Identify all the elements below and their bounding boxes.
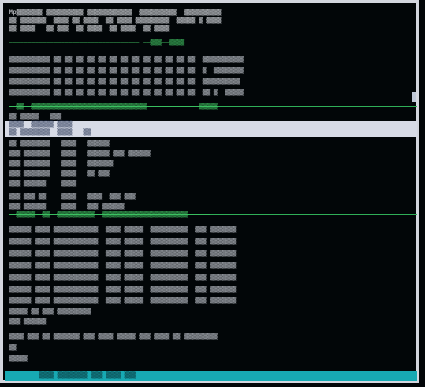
panel2-title: ——▒▒——▒▒▒▒▒▒▒▒▒▒▒▒▒▒▒▒▒▒▒▒▒▒▒▒▒▒▒▒▒▒▒———… xyxy=(9,103,218,110)
panel1-row: ▒▒▒▒▒▒▒▒▒▒▒ ▒▒ ▒▒ ▒▒ ▒▒ ▒▒ ▒▒ ▒▒ ▒▒ ▒▒ ▒… xyxy=(9,89,244,96)
panel3-row: ▒▒▒▒▒▒ ▒▒▒▒ ▒▒▒▒▒▒▒▒▒▒▒▒ ▒▒▒▒ ▒▒▒▒▒ ▒▒▒▒… xyxy=(9,238,237,245)
panel2-row: ▒▒▒ ▒▒▒ ▒▒ ▒▒▒▒ ▒▒▒▒ ▒▒▒ ▒▒▒ xyxy=(9,193,136,200)
scrollbar[interactable] xyxy=(412,52,416,182)
scrollbar-thumb[interactable] xyxy=(412,92,416,102)
panel2-row: ▒▒▒ ▒▒▒▒▒▒▒ ▒▒▒▒ ▒▒ ▒▒▒ xyxy=(9,170,110,177)
panel3-row: ▒▒▒▒▒▒ ▒▒▒▒ ▒▒▒▒▒▒▒▒▒▒▒▒ ▒▒▒▒ ▒▒▒▒▒ ▒▒▒▒… xyxy=(9,226,237,233)
panel3-row: ▒▒▒▒▒▒ ▒▒▒▒ ▒▒▒▒▒▒▒▒▒▒▒▒ ▒▒▒▒ ▒▒▒▒▒ ▒▒▒▒… xyxy=(9,297,237,304)
selected-row-highlight[interactable]: ▒▒▒▒ ▒▒▒▒▒▒ ▒▒▒▒ ▒▒ ▒▒▒▒▒▒▒▒ ▒▒▒▒ ▒▒ xyxy=(5,121,417,137)
panel2-row: ▒▒▒ ▒▒▒▒▒▒ ▒▒▒▒ xyxy=(9,180,77,187)
selected-row-line-1: ▒▒▒▒ ▒▒▒▒▒▒ ▒▒▒▒ xyxy=(9,121,73,128)
status-text: ▒▒▒▒ ▒▒▒▒▒▒▒▒ ▒▒▒ ▒▒▒▒ ▒▒▒ xyxy=(39,372,136,379)
panel1-row: ▒▒▒▒▒▒▒▒▒▒▒ ▒▒ ▒▒ ▒▒ ▒▒ ▒▒ ▒▒ ▒▒ ▒▒ ▒▒ ▒… xyxy=(9,67,244,74)
panel1-row: ▒▒▒▒▒▒▒▒▒▒▒ ▒▒ ▒▒ ▒▒ ▒▒ ▒▒ ▒▒ ▒▒ ▒▒ ▒▒ ▒… xyxy=(9,56,244,63)
command-output-line: ▒▒▒▒▒ xyxy=(9,355,28,362)
panel2-row: ▒▒▒ ▒▒▒▒▒▒▒ ▒▒▒▒ ▒▒▒▒▒▒ ▒▒▒ ▒▒▒▒▒▒ xyxy=(9,150,151,157)
panel3-row: ▒▒▒▒▒▒ ▒▒▒▒ ▒▒▒▒▒▒▒▒▒▒▒▒ ▒▒▒▒ ▒▒▒▒▒ ▒▒▒▒… xyxy=(9,250,237,257)
panel2-row: ▒▒▒ ▒▒▒▒▒▒▒ ▒▒▒▒ ▒▒▒▒▒▒▒ xyxy=(9,160,114,167)
panel3-row: ▒▒▒▒▒▒ ▒▒▒▒ ▒▒▒▒▒▒▒▒▒▒▒▒ ▒▒▒▒ ▒▒▒▒▒ ▒▒▒▒… xyxy=(9,286,237,293)
panel3-title: ——▒▒▒▒▒——▒▒——▒▒▒▒▒▒▒▒▒▒——▒▒▒▒▒▒▒▒▒▒▒▒▒▒▒… xyxy=(9,211,211,218)
panel3-row: ▒▒▒▒▒▒ ▒▒▒▒ ▒▒▒▒▒▒▒▒▒▒▒▒ ▒▒▒▒ ▒▒▒▒▒ ▒▒▒▒… xyxy=(9,274,237,281)
command-output-line: ▒▒▒▒ ▒▒▒ ▒▒ ▒▒▒▒▒▒▒ ▒▒▒ ▒▒▒▒ ▒▒▒▒▒ ▒▒▒ ▒… xyxy=(9,333,218,340)
header-row-2: ▒▒ ▒▒▒▒▒▒▒ ▒▒▒▒ ▒▒ ▒▒▒▒ ▒▒ ▒▒▒▒ ▒▒▒▒▒▒▒▒… xyxy=(9,17,222,24)
terminal-screen: Mp▒▒▒▒▒▒▒ ▒▒▒▒▒▒▒▒▒▒ ▒▒▒▒▒▒▒▒▒▒▒▒ ▒▒▒▒▒▒… xyxy=(0,0,425,387)
panel1-row: ▒▒▒▒▒▒▒▒▒▒▒ ▒▒ ▒▒ ▒▒ ▒▒ ▒▒ ▒▒ ▒▒ ▒▒ ▒▒ ▒… xyxy=(9,78,240,85)
panel3-row: ▒▒▒ ▒▒▒▒▒▒ xyxy=(9,318,47,325)
header-row-3: ▒▒ ▒▒▒▒ ▒▒ ▒▒▒ ▒▒ ▒▒▒▒ ▒▒ ▒▒▒▒ ▒▒ ▒▒▒▒ xyxy=(9,25,170,32)
panel3-row: ▒▒▒▒▒ ▒▒ ▒▒▒ ▒▒▒▒▒▒▒▒▒ xyxy=(9,308,91,315)
command-prompt[interactable]: ▒▒ xyxy=(9,344,407,351)
status-bar: ▒▒▒▒ ▒▒▒▒▒▒▒▒ ▒▒▒ ▒▒▒▒ ▒▒▒ xyxy=(5,371,417,381)
selected-row-line-2: ▒▒ ▒▒▒▒▒▒▒▒ ▒▒▒▒ ▒▒ xyxy=(9,129,91,136)
panel2-row: ▒▒ ▒▒▒▒▒▒▒▒ ▒▒▒▒ ▒▒▒▒▒▒ xyxy=(9,140,110,147)
header-row-1: Mp▒▒▒▒▒▒▒ ▒▒▒▒▒▒▒▒▒▒ ▒▒▒▒▒▒▒▒▒▒▒▒ ▒▒▒▒▒▒… xyxy=(9,9,222,16)
panel2-pre-row: ▒▒ ▒▒▒▒▒ ▒▒▒ xyxy=(9,113,62,120)
panel2-row: ▒▒▒ ▒▒▒▒▒▒ ▒▒▒▒ ▒▒▒ ▒▒▒▒▒▒ xyxy=(9,203,125,210)
panel1-title: ——————————————————————————————————— ——▒▒… xyxy=(9,39,185,46)
panel3-row: ▒▒▒▒▒▒ ▒▒▒▒ ▒▒▒▒▒▒▒▒▒▒▒▒ ▒▒▒▒ ▒▒▒▒▒ ▒▒▒▒… xyxy=(9,262,237,269)
